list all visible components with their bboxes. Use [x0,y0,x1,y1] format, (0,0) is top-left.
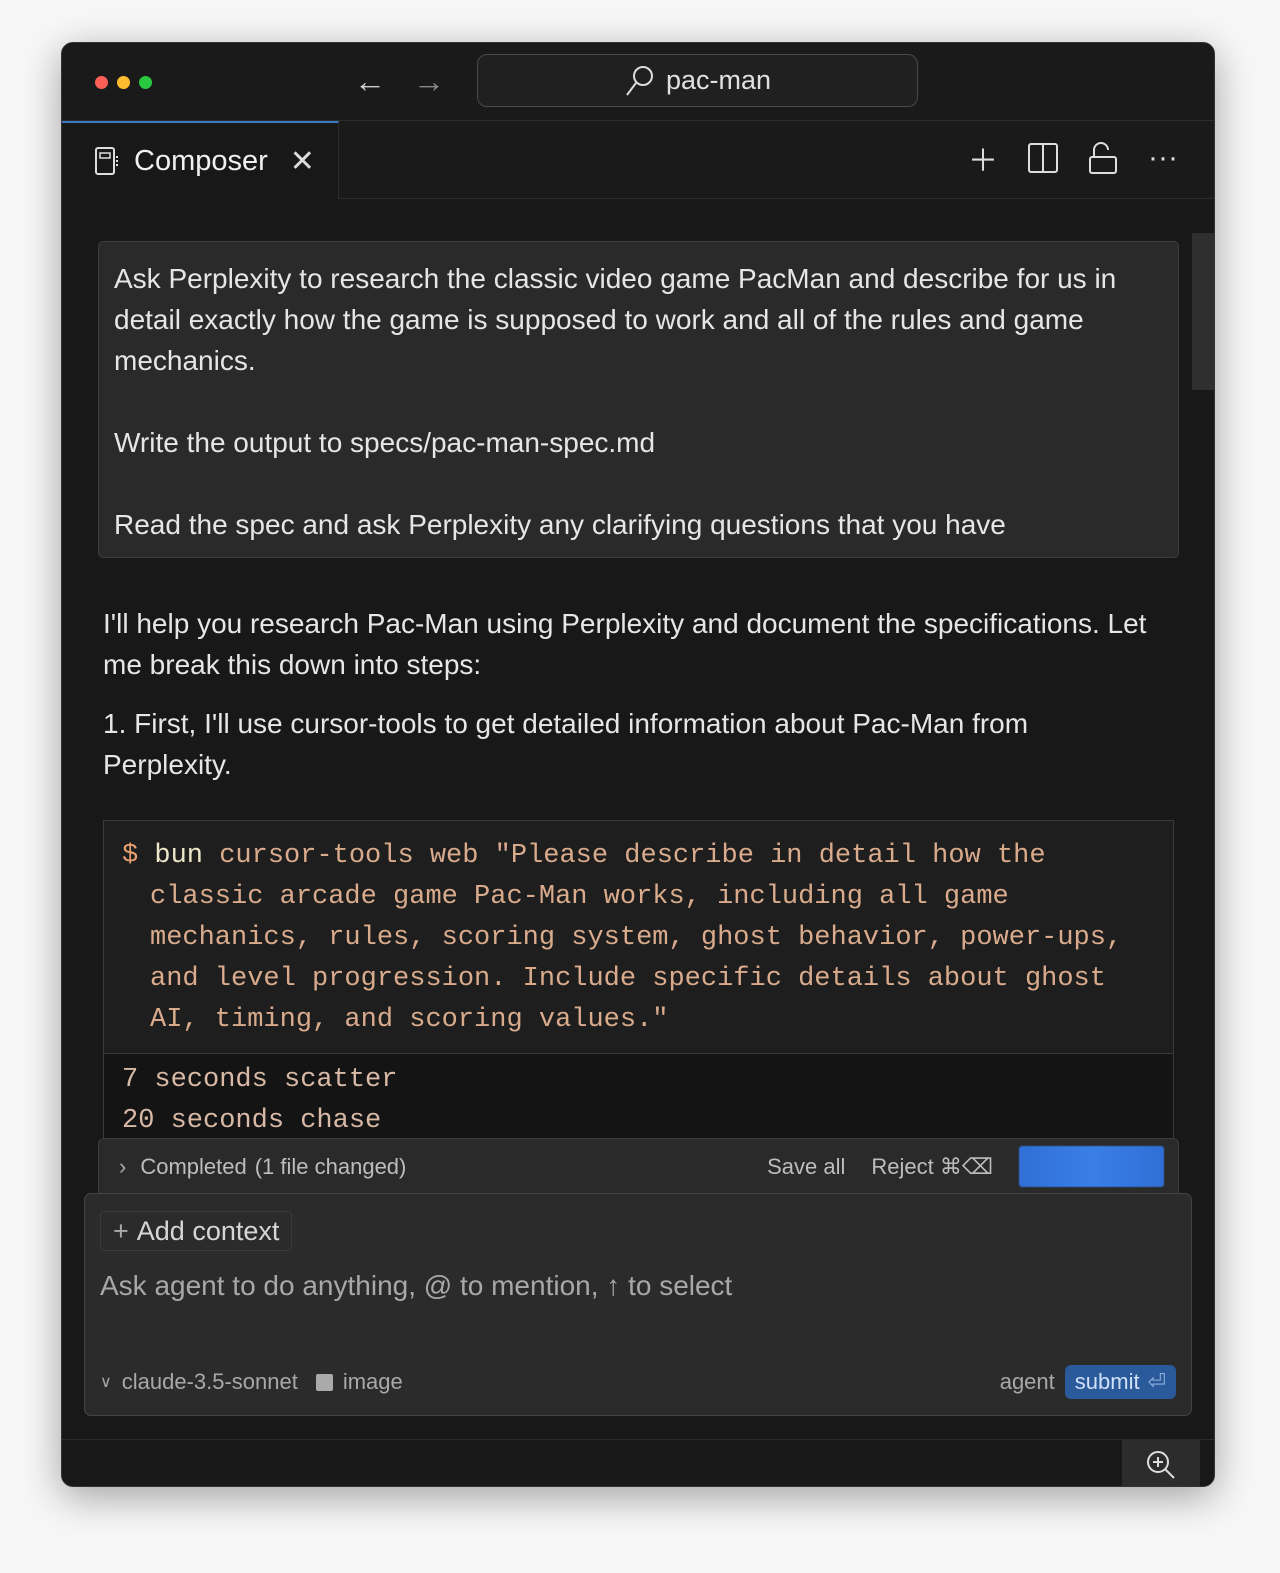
minimize-window-button[interactable] [117,76,130,89]
search-icon [626,65,653,96]
search-value: pac-man [665,65,772,95]
new-composer-plus-icon[interactable]: ＋ [966,141,1000,178]
image-icon[interactable] [315,1373,333,1391]
title-bar: ← → pac-man [62,43,1214,121]
output-line: 20 seconds chase [122,1106,382,1136]
submit-label: submit [1074,1369,1140,1394]
prompt-symbol: $ [122,841,139,871]
add-context-label: Add context [136,1215,280,1246]
composer-placeholder[interactable]: Ask agent to do anything, @ to mention, … [100,1270,732,1302]
add-context-button[interactable]: + Add context [100,1211,293,1251]
app-window: ← → pac-man Composer ✕ ＋ ··· Ask Perplex… [61,42,1215,1487]
command-name: bun [154,841,204,871]
prompt-paragraph: Ask Perplexity to research the classic v… [114,263,1117,376]
mode-selector[interactable]: agent [1000,1369,1055,1395]
chevron-right-icon[interactable]: › [119,1154,126,1180]
plus-icon: + [113,1215,129,1246]
accept-all-button[interactable] [1019,1146,1164,1187]
assistant-response: I'll help you research Pac-Man using Per… [103,603,1163,803]
status-label[interactable]: Completed [140,1154,246,1180]
tab-bar: Composer ✕ ＋ ··· [62,121,1214,199]
chevron-down-icon[interactable]: ∨ [100,1372,112,1392]
terminal-command: $ bun cursor-tools web "Please describe … [104,821,1173,1054]
status-detail: (1 file changed) [254,1153,407,1179]
close-window-button[interactable] [95,76,108,89]
prompt-paragraph: Read the spec and ask Perplexity any cla… [114,509,1006,540]
enter-key-icon: ⏎ [1147,1369,1166,1394]
unlock-icon[interactable] [1086,141,1120,175]
response-intro: I'll help you research Pac-Man using Per… [103,608,1147,680]
save-all-button[interactable]: Save all [767,1154,845,1180]
terminal-output: 7 seconds scatter 20 seconds chase [104,1054,1173,1139]
search-input[interactable]: pac-man [477,54,918,107]
tab-label: Composer [134,144,268,177]
back-arrow-icon[interactable]: ← [354,63,386,100]
response-step-1: 1. First, I'll use cursor-tools to get d… [103,708,1029,780]
composer-input[interactable]: + Add context Ask agent to do anything, … [84,1193,1192,1416]
user-prompt-message: Ask Perplexity to research the classic v… [98,241,1179,558]
prompt-paragraph: Write the output to specs/pac-man-spec.m… [114,427,656,458]
composer-icon [95,147,118,175]
submit-button[interactable]: submit ⏎ [1064,1365,1176,1399]
terminal-code-block: $ bun cursor-tools web "Please describe … [103,820,1174,1140]
output-line: 7 seconds scatter [122,1065,398,1095]
command-args: cursor-tools web "Please describe in det… [150,841,1139,1035]
completion-status-bar: › Completed (1 file changed) Save all Re… [98,1138,1179,1195]
footer-bar [62,1439,1214,1486]
model-selector[interactable]: claude-3.5-sonnet [122,1369,298,1395]
zoom-in-icon [1147,1450,1175,1479]
split-view-icon[interactable] [1026,141,1060,175]
reject-button[interactable]: Reject ⌘⌫ [871,1154,993,1180]
image-button[interactable]: image [343,1369,403,1395]
forward-arrow-icon[interactable]: → [413,63,445,100]
close-tab-icon[interactable]: ✕ [290,144,315,179]
more-options-icon[interactable]: ··· [1146,141,1180,175]
zoom-in-button[interactable] [1122,1440,1200,1486]
tab-composer[interactable]: Composer ✕ [62,121,339,199]
scrollbar-thumb[interactable] [1192,233,1214,390]
maximize-window-button[interactable] [139,76,152,89]
